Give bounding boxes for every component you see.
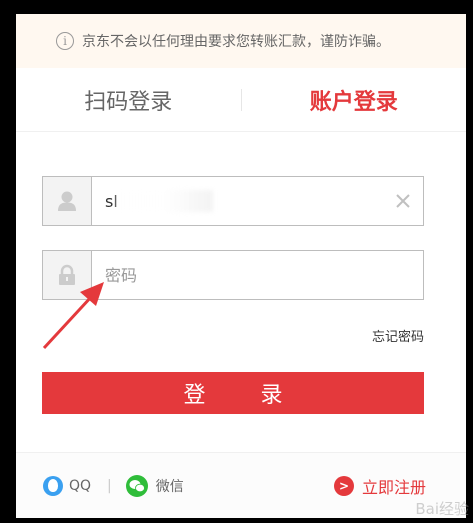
password-input[interactable]	[92, 251, 423, 299]
login-panel: i 京东不会以任何理由要求您转账汇款，谨防诈骗。 扫码登录 账户登录 sl 忘记…	[16, 14, 466, 518]
forgot-password-link[interactable]: 忘记密码	[372, 326, 424, 345]
tab-account-login[interactable]: 账户登录	[242, 84, 467, 116]
login-tabs: 扫码登录 账户登录	[16, 68, 466, 132]
security-notice: i 京东不会以任何理由要求您转账汇款，谨防诈骗。	[16, 14, 466, 68]
separator: |	[107, 477, 112, 494]
password-field	[42, 250, 424, 300]
tab-qr-login[interactable]: 扫码登录	[16, 84, 241, 116]
register-label: 立即注册	[361, 477, 426, 497]
chevron-right-icon: >	[333, 475, 354, 496]
qq-login-link[interactable]: QQ	[43, 475, 92, 496]
login-button[interactable]: 登 录	[42, 372, 424, 414]
qq-icon	[43, 475, 63, 496]
blurred-username-mask	[117, 190, 213, 212]
register-link[interactable]: > 立即注册	[333, 474, 426, 498]
username-field	[42, 176, 424, 226]
wechat-label: 微信	[155, 478, 184, 495]
bottom-bar: QQ | 微信 > 立即注册	[16, 452, 466, 518]
qq-label: QQ	[69, 477, 92, 494]
notice-text: 京东不会以任何理由要求您转账汇款，谨防诈骗。	[82, 34, 390, 50]
watermark: Bai经验	[415, 500, 469, 518]
wechat-icon	[125, 474, 148, 497]
user-icon	[43, 177, 92, 225]
lock-icon	[43, 251, 92, 299]
clear-icon[interactable]	[383, 177, 423, 225]
info-icon: i	[56, 32, 74, 50]
wechat-login-link[interactable]: 微信	[125, 474, 184, 497]
